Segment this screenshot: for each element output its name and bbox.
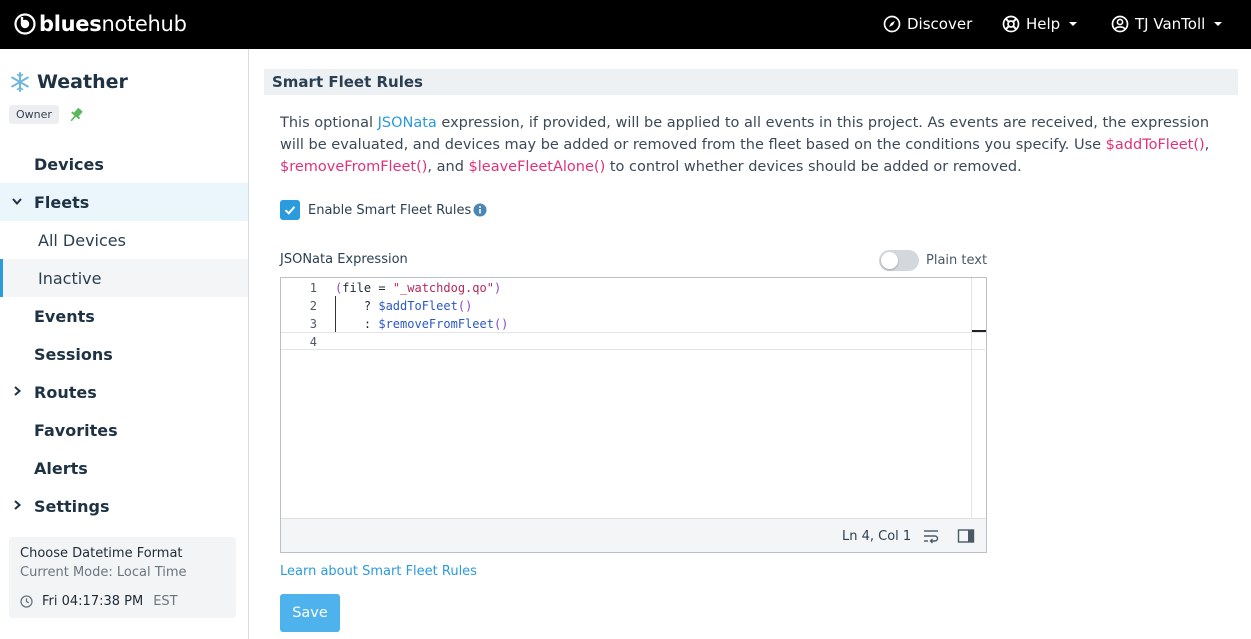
- description-text: ,: [1204, 137, 1210, 153]
- compass-icon: [883, 15, 901, 33]
- editor-scrollbar[interactable]: [971, 278, 986, 518]
- top-bar: bluesnotehub Discover Help TJ VanToll: [0, 0, 1251, 49]
- clock-icon: [20, 595, 33, 608]
- sidebar-item-label: Favorites: [34, 420, 118, 440]
- current-line-highlight: [281, 332, 985, 350]
- cursor-marker: [972, 330, 986, 332]
- help-label: Help: [1026, 15, 1061, 33]
- plain-text-toggle[interactable]: [879, 250, 919, 271]
- description-text: to control whether devices should be add…: [605, 159, 1022, 175]
- plain-text-toggle-row: Plain text: [879, 250, 987, 271]
- expression-label: JSONata Expression: [280, 252, 408, 267]
- chevron-down-icon: [1214, 22, 1223, 26]
- datetime-time: Fri 04:17:38 PM: [42, 594, 144, 609]
- code-editor[interactable]: 1 2 3 4 (file = "_watchdog.qo") ? $addTo…: [280, 277, 987, 553]
- datetime-format-selector[interactable]: Choose Datetime Format Current Mode: Loc…: [9, 537, 236, 618]
- line-number: 4: [309, 335, 317, 349]
- save-button[interactable]: Save: [280, 594, 340, 632]
- blues-logo-icon: [14, 13, 36, 35]
- code-line: (file = "_watchdog.qo"): [335, 281, 502, 295]
- description: This optional JSONata expression, if pro…: [280, 112, 1220, 178]
- blues-notehub-logo[interactable]: bluesnotehub: [14, 11, 187, 37]
- sidebar-item-label: Events: [34, 306, 95, 326]
- enable-rules-checkbox[interactable]: [280, 200, 300, 220]
- logo-text: bluesnotehub: [39, 12, 187, 36]
- discover-label: Discover: [907, 15, 973, 33]
- sidebar-item-label: Sessions: [34, 344, 113, 364]
- leave-fleet-alone-function: $leaveFleetAlone(): [468, 159, 606, 175]
- sidebar-item-fleets[interactable]: Fleets: [0, 183, 248, 221]
- sidebar-item-label: All Devices: [38, 230, 126, 250]
- user-name: TJ VanToll: [1135, 15, 1206, 33]
- add-to-fleet-function: $addToFleet(): [1105, 137, 1205, 153]
- project-role-row: Owner: [9, 105, 85, 124]
- datetime-title: Choose Datetime Format: [20, 546, 183, 561]
- chevron-down-icon: [1069, 22, 1078, 26]
- sidebar-item-settings[interactable]: Settings: [0, 487, 248, 525]
- line-number: 1: [309, 281, 317, 295]
- learn-smart-fleet-rules-link[interactable]: Learn about Smart Fleet Rules: [280, 564, 477, 579]
- editor-status-bar: Ln 4, Col 1: [281, 518, 986, 552]
- snowflake-icon: [11, 72, 29, 92]
- project-header[interactable]: Weather: [9, 71, 128, 93]
- owner-badge: Owner: [9, 105, 59, 124]
- sidebar-item-sessions[interactable]: Sessions: [0, 335, 248, 373]
- user-icon: [1111, 15, 1129, 33]
- sidebar-item-label: Devices: [34, 154, 104, 174]
- line-number: 3: [309, 317, 317, 331]
- code-line: ? $addToFleet(): [335, 299, 473, 313]
- sidebar-item-devices[interactable]: Devices: [0, 145, 248, 183]
- project-name: Weather: [37, 71, 128, 93]
- sidebar-item-routes[interactable]: Routes: [0, 373, 248, 411]
- code-line: : $removeFromFleet(): [335, 317, 509, 331]
- datetime-current: Fri 04:17:38 PM EST: [20, 594, 178, 609]
- check-icon: [284, 206, 296, 215]
- help-menu[interactable]: Help: [1002, 13, 1078, 35]
- remove-from-fleet-function: $removeFromFleet(): [280, 159, 428, 175]
- sidebar: Weather Owner Devices Fleets All Devices…: [0, 49, 249, 639]
- chevron-down-icon: [12, 198, 22, 206]
- info-icon[interactable]: [473, 203, 487, 217]
- description-text: , and: [427, 159, 469, 175]
- description-text: This optional: [280, 115, 378, 131]
- side-panel-icon[interactable]: [957, 528, 975, 544]
- sidebar-item-label: Fleets: [34, 192, 90, 212]
- enable-rules-label: Enable Smart Fleet Rules: [308, 202, 472, 218]
- datetime-timezone: EST: [153, 594, 178, 609]
- sidebar-item-alerts[interactable]: Alerts: [0, 449, 248, 487]
- toggle-knob: [881, 252, 898, 269]
- sidebar-item-inactive[interactable]: Inactive: [0, 259, 248, 297]
- lifebuoy-icon: [1002, 15, 1020, 33]
- enable-smart-fleet-rules: Enable Smart Fleet Rules: [280, 200, 487, 220]
- sidebar-item-label: Settings: [34, 496, 110, 516]
- jsonata-link[interactable]: JSONata: [378, 115, 437, 131]
- sidebar-item-all-devices[interactable]: All Devices: [0, 221, 248, 259]
- user-menu[interactable]: TJ VanToll: [1111, 13, 1223, 35]
- word-wrap-icon[interactable]: [922, 528, 940, 544]
- sidebar-item-events[interactable]: Events: [0, 297, 248, 335]
- pin-icon[interactable]: [67, 106, 85, 124]
- line-number-gutter: 1 2 3 4: [281, 278, 335, 518]
- sidebar-item-favorites[interactable]: Favorites: [0, 411, 248, 449]
- section-title: Smart Fleet Rules: [272, 73, 423, 91]
- sidebar-item-label: Alerts: [34, 458, 88, 478]
- chevron-right-icon: [14, 386, 22, 396]
- line-number: 2: [309, 299, 317, 313]
- section-header: Smart Fleet Rules: [264, 69, 1238, 95]
- editor-content[interactable]: 1 2 3 4 (file = "_watchdog.qo") ? $addTo…: [281, 278, 985, 518]
- cursor-position: Ln 4, Col 1: [842, 529, 912, 544]
- sidebar-item-label: Inactive: [38, 268, 102, 288]
- datetime-mode: Current Mode: Local Time: [20, 565, 187, 580]
- chevron-right-icon: [14, 500, 22, 510]
- discover-link[interactable]: Discover: [883, 13, 972, 35]
- sidebar-item-label: Routes: [34, 382, 97, 402]
- plain-text-label: Plain text: [926, 253, 988, 268]
